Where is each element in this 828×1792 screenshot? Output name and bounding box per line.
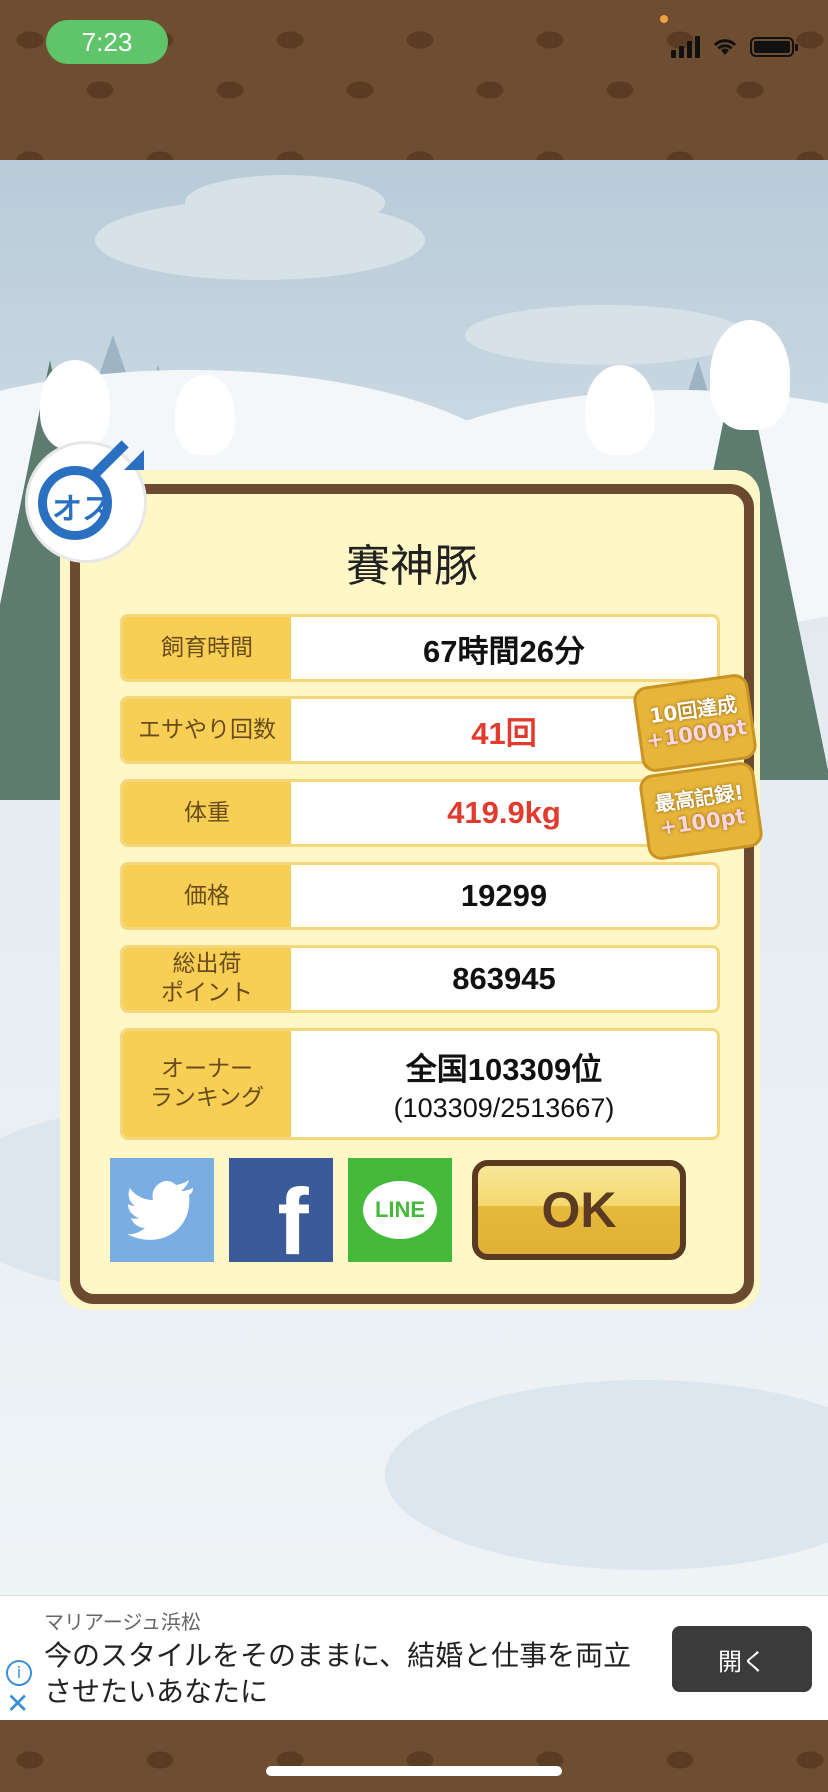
stat-label: 飼育時間 xyxy=(123,617,291,679)
achievement-badge: 最高記録! +100pt xyxy=(637,760,765,862)
recording-dot xyxy=(660,15,668,23)
line-logo-icon: LINE xyxy=(363,1181,437,1239)
stat-row-shipping-points: 総出荷 ポイント 863945 xyxy=(120,945,720,1013)
pig-name-title: 賽神豚 xyxy=(346,541,478,592)
ranking-label: オーナー ランキング xyxy=(123,1031,291,1137)
achievement-badge: 10回達成 +1000pt xyxy=(631,672,759,774)
stat-label: 価格 xyxy=(123,865,291,927)
stat-label: 体重 xyxy=(123,782,291,844)
stat-label: 総出荷 ポイント xyxy=(123,948,291,1010)
ranking-value: 全国103309位 xyxy=(405,1052,603,1087)
stat-row-breeding-time: 飼育時間 67時間26分 xyxy=(120,614,720,682)
stat-label: エサやり回数 xyxy=(123,699,291,761)
twitter-share-button[interactable] xyxy=(110,1158,214,1262)
ranking-detail: (103309/2513667) xyxy=(393,1093,615,1123)
male-badge: オス xyxy=(28,440,144,560)
twitter-bird-icon xyxy=(127,1180,193,1240)
status-icons xyxy=(671,36,798,58)
snow-cap xyxy=(175,375,235,455)
stat-value: 863945 xyxy=(452,961,556,996)
snow-cap xyxy=(710,320,790,430)
sex-label: オス xyxy=(52,492,112,527)
ad-open-button[interactable]: 開く xyxy=(672,1626,812,1692)
ok-button[interactable]: OK xyxy=(472,1160,686,1260)
status-time: 7:23 xyxy=(46,20,168,64)
ad-info-icon[interactable]: i xyxy=(6,1660,32,1686)
facebook-f-icon: f xyxy=(277,1169,309,1274)
snow-cap xyxy=(40,360,110,450)
battery-icon xyxy=(750,37,798,57)
ranking-value-box: 全国103309位 (103309/2513667) xyxy=(291,1031,717,1137)
stat-value: 19299 xyxy=(460,878,548,913)
stat-row-feeding-count: エサやり回数 41回 xyxy=(120,696,720,764)
bottom-pattern-band xyxy=(0,1720,828,1792)
facebook-share-button[interactable]: f xyxy=(229,1158,333,1274)
home-indicator[interactable] xyxy=(266,1766,562,1776)
stat-row-price: 価格 19299 xyxy=(120,862,720,930)
ad-headline: 今のスタイルをそのままに、結婚と仕事を両立させたいあなたに xyxy=(44,1639,632,1709)
wifi-icon xyxy=(713,39,737,55)
ad-close-icon[interactable]: ✕ xyxy=(6,1690,29,1718)
line-share-button[interactable]: LINE xyxy=(348,1158,452,1262)
snow-shadow xyxy=(385,1380,828,1570)
stat-value: 67時間26分 xyxy=(423,633,585,669)
stat-row-owner-ranking: オーナー ランキング 全国103309位 (103309/2513667) xyxy=(120,1028,720,1140)
ad-banner[interactable]: マリアージュ浜松 今のスタイルをそのままに、結婚と仕事を両立させたいあなたに i… xyxy=(0,1595,828,1721)
snow-cap xyxy=(585,365,655,455)
cloud xyxy=(185,175,385,230)
ad-advertiser: マリアージュ浜松 xyxy=(44,1610,201,1634)
cellular-signal-icon xyxy=(671,36,700,58)
male-arrow-head xyxy=(124,450,144,470)
stat-row-weight: 体重 419.9kg xyxy=(120,779,720,847)
